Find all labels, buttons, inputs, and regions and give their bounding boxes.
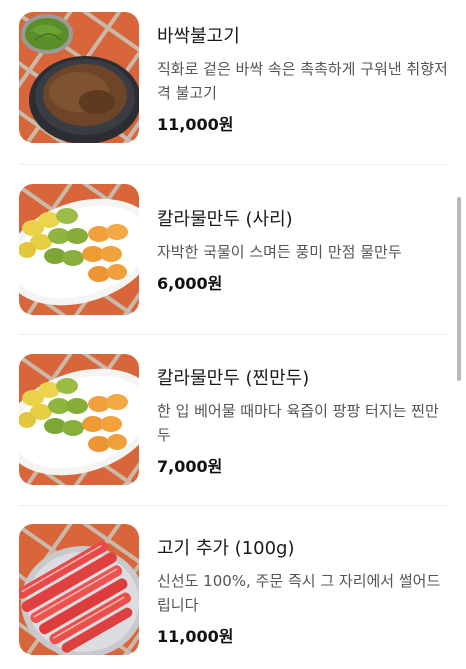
menu-item-description: 한 입 베어물 때마다 육즙이 팡팡 터지는 찐만두 bbox=[157, 402, 439, 444]
menu-item-info: 바싹불고기 직화로 겉은 바싹 속은 촉촉하게 구워낸 취향저격 불고기 11,… bbox=[157, 25, 448, 136]
menu-item-name: 바싹불고기 bbox=[157, 26, 240, 47]
menu-item-dumplings-steamed[interactable]: 칼라물만두 (찐만두) 한 입 베어물 때마다 육즙이 팡팡 터지는 찐만두 7… bbox=[0, 354, 466, 504]
menu-item-name: 칼라물만두 (사리) bbox=[157, 209, 293, 230]
menu-item-name: 고기 추가 (100g) bbox=[157, 538, 295, 559]
menu-item-info: 칼라물만두 (사리) 자박한 국물이 스며든 풍미 만점 물만두 6,000원 bbox=[157, 208, 448, 295]
menu-item-price: 7,000원 bbox=[157, 457, 223, 476]
raw-beef-slices-photo bbox=[19, 524, 139, 655]
menu-item-description: 신선도 100%, 주문 즉시 그 자리에서 썰어드립니다 bbox=[157, 572, 441, 614]
menu-item-bulgogi[interactable]: 바싹불고기 직화로 겉은 바싹 속은 촉촉하게 구워낸 취향저격 불고기 11,… bbox=[0, 12, 466, 162]
color-dumplings-steamed-photo bbox=[19, 354, 139, 485]
menu-item-price: 6,000원 bbox=[157, 274, 223, 293]
menu-item-dumplings-sari[interactable]: 칼라물만두 (사리) 자박한 국물이 스며든 풍미 만점 물만두 6,000원 bbox=[0, 184, 466, 334]
divider bbox=[19, 505, 448, 506]
color-dumplings-photo bbox=[19, 184, 139, 315]
menu-item-extra-meat[interactable]: 고기 추가 (100g) 신선도 100%, 주문 즉시 그 자리에서 썰어드립… bbox=[0, 524, 466, 664]
divider bbox=[19, 334, 448, 335]
scrollbar[interactable] bbox=[457, 197, 461, 381]
menu-item-info: 고기 추가 (100g) 신선도 100%, 주문 즉시 그 자리에서 썰어드립… bbox=[157, 537, 448, 648]
divider bbox=[19, 164, 448, 165]
bulgogi-photo bbox=[19, 12, 139, 143]
menu-item-description: 직화로 겉은 바싹 속은 촉촉하게 구워낸 취향저격 불고기 bbox=[157, 60, 448, 102]
menu-item-info: 칼라물만두 (찐만두) 한 입 베어물 때마다 육즙이 팡팡 터지는 찐만두 7… bbox=[157, 367, 448, 478]
menu-item-description: 자박한 국물이 스며든 풍미 만점 물만두 bbox=[157, 243, 402, 261]
menu-item-name: 칼라물만두 (찐만두) bbox=[157, 368, 310, 389]
menu-item-price: 11,000원 bbox=[157, 115, 234, 134]
menu-item-price: 11,000원 bbox=[157, 627, 234, 646]
